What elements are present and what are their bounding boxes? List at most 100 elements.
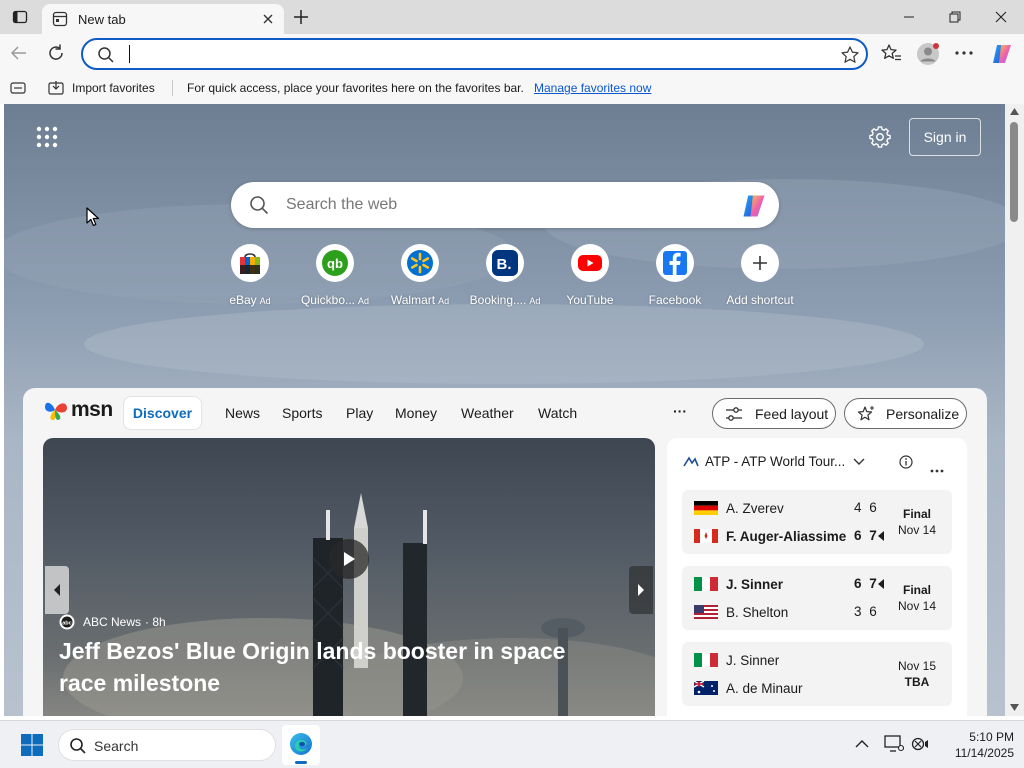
tab-sports[interactable]: Sports <box>282 405 322 421</box>
player-name: B. Shelton <box>726 604 789 620</box>
minimize-icon[interactable] <box>886 0 932 34</box>
match-card[interactable]: J. Sinner A. de Minaur Nov 15 TBA <box>682 642 952 706</box>
web-search-box[interactable]: Search the web <box>231 182 779 228</box>
match-card[interactable]: J. Sinner 6 7 B. Shelton 3 6 Final Nov 1… <box>682 566 952 630</box>
booking-icon: B. <box>486 244 524 282</box>
favorite-star-icon[interactable] <box>840 45 860 70</box>
back-icon[interactable] <box>8 42 30 64</box>
match-date: Nov 15 <box>897 659 937 673</box>
league-name: ATP - ATP World Tour... <box>705 454 846 469</box>
winner-indicator-icon <box>878 579 884 589</box>
more-options-icon[interactable] <box>953 43 975 68</box>
status-label: TBA <box>904 675 930 689</box>
tab-money[interactable]: Money <box>395 405 437 421</box>
windows-taskbar: Search 5:10 PM 11/14/2025 <box>0 720 1024 768</box>
tab-play[interactable]: Play <box>346 405 373 421</box>
league-selector[interactable]: ATP - ATP World Tour... <box>683 454 865 469</box>
player-name: J. Sinner <box>726 576 784 592</box>
display-icon[interactable] <box>884 735 904 753</box>
tab-actions-icon[interactable] <box>8 6 32 28</box>
match-status: Final Nov 14 <box>887 506 947 538</box>
taskbar-search-placeholder: Search <box>94 738 139 754</box>
tab-title: New tab <box>78 12 126 27</box>
sign-in-button[interactable]: Sign in <box>909 118 981 156</box>
shortcut-label: Walmart <box>390 293 436 307</box>
hero-article-card[interactable]: abc ABC News · 8h Jeff Bezos' Blue Origi… <box>43 438 655 716</box>
copilot-search-icon[interactable] <box>739 192 769 225</box>
shortcut-facebook[interactable]: Facebook <box>633 244 717 307</box>
search-icon <box>97 46 115 69</box>
manage-favorites-link[interactable]: Manage favorites now <box>534 81 651 95</box>
widget-more-icon[interactable] <box>930 460 944 478</box>
tab-news[interactable]: News <box>225 405 260 421</box>
refresh-icon[interactable] <box>45 42 67 64</box>
player-row: A. Zverev <box>694 499 784 517</box>
shortcut-quickbooks[interactable]: qb Quickbo... Ad <box>293 244 377 307</box>
italy-flag-icon <box>694 653 718 667</box>
tab-discover[interactable]: Discover <box>123 396 202 430</box>
shortcut-ebay[interactable]: eBay Ad <box>208 244 292 307</box>
windows-start-icon[interactable] <box>20 733 44 762</box>
close-tab-icon[interactable] <box>260 11 276 27</box>
carousel-prev-icon[interactable] <box>45 566 69 614</box>
page-settings-gear-icon[interactable] <box>869 126 891 153</box>
new-tab-plus-icon[interactable] <box>290 6 312 28</box>
import-favorites-button[interactable]: Import favorites <box>48 78 155 98</box>
info-icon[interactable] <box>899 455 913 474</box>
add-shortcut-button[interactable]: Add shortcut <box>718 244 802 307</box>
ad-badge: Ad <box>358 296 370 306</box>
ebay-icon <box>231 244 269 282</box>
tab-watch[interactable]: Watch <box>538 405 577 421</box>
youtube-icon <box>571 244 609 282</box>
australia-flag-icon <box>694 681 718 695</box>
status-label: Final <box>902 507 931 521</box>
player-row: B. Shelton <box>694 603 788 621</box>
walmart-icon <box>401 244 439 282</box>
favorites-bar-toggle-icon[interactable] <box>10 81 26 98</box>
app-launcher-icon[interactable] <box>36 126 58 153</box>
carousel-next-icon[interactable] <box>629 566 653 614</box>
shortcut-youtube[interactable]: YouTube <box>548 244 632 307</box>
close-window-icon[interactable] <box>978 0 1024 34</box>
player-row: F. Auger-Aliassime <box>694 527 846 545</box>
restore-icon[interactable] <box>932 0 978 34</box>
article-age: · 8h <box>145 615 166 629</box>
shortcut-label: YouTube <box>566 293 614 307</box>
scroll-down-icon[interactable] <box>1010 704 1019 711</box>
sparkle-star-icon <box>857 405 874 420</box>
profile-avatar-icon[interactable] <box>916 42 940 66</box>
copilot-icon[interactable] <box>990 42 1014 71</box>
tab-new-tab[interactable]: New tab <box>42 4 284 34</box>
chevron-up-icon[interactable] <box>855 739 869 749</box>
msn-logo[interactable]: msn <box>43 398 113 422</box>
edge-icon <box>290 733 312 755</box>
taskbar-edge-button[interactable] <box>282 725 320 765</box>
hero-headline[interactable]: Jeff Bezos' Blue Origin lands booster in… <box>59 635 619 699</box>
scroll-up-icon[interactable] <box>1010 108 1019 115</box>
match-card[interactable]: A. Zverev 4 6 F. Auger-Aliassime 6 7 Fin… <box>682 490 952 554</box>
active-app-indicator <box>295 761 307 764</box>
feed-layout-button[interactable]: Feed layout <box>712 398 836 429</box>
network-volume-icon[interactable] <box>911 735 931 753</box>
facebook-icon <box>656 244 694 282</box>
divider <box>172 80 173 96</box>
page-scrollbar[interactable] <box>1005 104 1024 716</box>
shortcut-booking[interactable]: B. Booking.... Ad <box>463 244 547 307</box>
personalize-button[interactable]: Personalize <box>844 398 967 429</box>
player-score: 4 6 <box>854 500 879 515</box>
shortcut-walmart[interactable]: Walmart Ad <box>378 244 462 307</box>
play-video-icon[interactable] <box>329 539 369 579</box>
taskbar-search-box[interactable]: Search <box>58 729 276 761</box>
clock[interactable]: 5:10 PM 11/14/2025 <box>944 729 1014 761</box>
sliders-icon <box>726 406 742 421</box>
more-tabs-button[interactable]: ··· <box>673 403 687 419</box>
scrollbar-thumb[interactable] <box>1010 122 1018 222</box>
address-bar[interactable] <box>81 38 868 70</box>
ad-badge: Ad <box>529 296 541 306</box>
shortcut-label: eBay <box>229 293 257 307</box>
canada-flag-icon <box>694 529 718 543</box>
favorites-icon[interactable] <box>880 43 902 68</box>
sports-scores-widget: ATP - ATP World Tour... A. Zverev 4 6 F.… <box>667 438 967 716</box>
tab-weather[interactable]: Weather <box>461 405 514 421</box>
web-search-icon <box>249 195 269 220</box>
